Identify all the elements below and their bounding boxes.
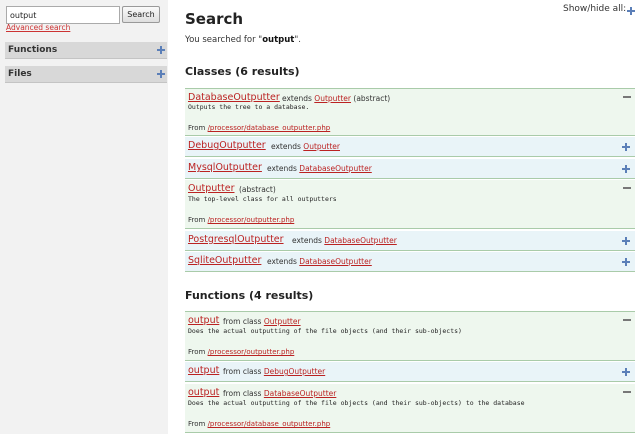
class-result-mysqloutputter: MysqlOutputter extends DatabaseOutputter <box>185 159 635 179</box>
result-from: From /processor/database_outputter.php <box>188 124 331 132</box>
result-name-link[interactable]: Outputter <box>188 183 234 194</box>
result-description: Does the actual outputting of the file o… <box>188 399 525 407</box>
functions-panel-label: Functions <box>8 45 58 55</box>
result-from-class: from class DebugOutputter <box>223 367 326 376</box>
collapse-minus-icon[interactable] <box>623 96 631 98</box>
result-name-link[interactable]: DatabaseOutputter <box>188 92 280 103</box>
main-content: Search Show/hide all: You searched for "… <box>185 0 640 434</box>
class-result-outputter: Outputter (abstract) The top-level class… <box>185 180 635 229</box>
expand-functions-plus-icon[interactable] <box>157 46 165 54</box>
result-from-class: from class Outputter <box>223 317 301 326</box>
parent-class-link[interactable]: DatabaseOutputter <box>299 164 371 173</box>
collapse-minus-icon[interactable] <box>623 319 631 321</box>
class-result-postgresqloutputter: PostgresqlOutputter extends DatabaseOutp… <box>185 231 635 251</box>
show-hide-all-plus-icon[interactable] <box>627 7 635 15</box>
sidebar: Search Advanced search Functions Files <box>0 0 168 434</box>
parent-class-link[interactable]: Outputter <box>303 142 340 151</box>
expand-plus-icon[interactable] <box>622 368 630 376</box>
classes-heading: Classes (6 results) <box>185 65 300 78</box>
function-result-output-debugoutputter: output from class DebugOutputter <box>185 362 635 382</box>
result-name-link[interactable]: output <box>188 387 219 398</box>
files-panel-label: Files <box>8 69 32 79</box>
result-description: The top-level class for all outputters <box>188 195 337 203</box>
expand-files-plus-icon[interactable] <box>157 70 165 78</box>
search-term: output <box>262 35 295 45</box>
parent-class-link[interactable]: DebugOutputter <box>264 367 325 376</box>
functions-heading: Functions (4 results) <box>185 289 314 302</box>
function-result-output-outputter: output from class Outputter Does the act… <box>185 311 635 361</box>
class-result-debugoutputter: DebugOutputter extends Outputter <box>185 137 635 157</box>
function-result-output-databaseoutputter: output from class DatabaseOutputter Does… <box>185 384 635 433</box>
result-name-link[interactable]: output <box>188 315 219 326</box>
file-path-link[interactable]: /processor/outputter.php <box>208 348 295 356</box>
collapse-minus-icon[interactable] <box>623 391 631 393</box>
result-name-link[interactable]: PostgresqlOutputter <box>188 234 284 245</box>
result-from-class: from class DatabaseOutputter <box>223 389 337 398</box>
file-path-link[interactable]: /processor/database_outputter.php <box>208 420 331 428</box>
result-name-link[interactable]: MysqlOutputter <box>188 162 262 173</box>
result-name-link[interactable]: DebugOutputter <box>188 140 266 151</box>
search-input[interactable] <box>6 6 120 24</box>
advanced-search-link[interactable]: Advanced search <box>6 23 70 32</box>
parent-class-link[interactable]: DatabaseOutputter <box>264 389 336 398</box>
collapse-minus-icon[interactable] <box>623 187 631 189</box>
result-extends: extends Outputter (abstract) <box>282 94 391 103</box>
search-summary: You searched for "output". <box>185 35 301 45</box>
parent-class-link[interactable]: Outputter <box>314 94 351 103</box>
result-from: From /processor/database_outputter.php <box>188 420 331 428</box>
expand-plus-icon[interactable] <box>622 237 630 245</box>
expand-plus-icon[interactable] <box>622 258 630 266</box>
result-extends: extends Outputter <box>271 142 340 151</box>
result-extends: extends DatabaseOutputter <box>292 236 397 245</box>
search-button[interactable]: Search <box>122 6 160 23</box>
result-description: Does the actual outputting of the file o… <box>188 327 462 335</box>
result-from: From /processor/outputter.php <box>188 348 295 356</box>
expand-plus-icon[interactable] <box>622 165 630 173</box>
parent-class-link[interactable]: DatabaseOutputter <box>324 236 396 245</box>
result-from: From /processor/outputter.php <box>188 216 295 224</box>
show-hide-all-label: Show/hide all: <box>563 4 627 14</box>
parent-class-link[interactable]: DatabaseOutputter <box>299 257 371 266</box>
result-name-link[interactable]: output <box>188 365 219 376</box>
functions-panel-header[interactable]: Functions <box>5 42 167 59</box>
file-path-link[interactable]: /processor/outputter.php <box>208 216 295 224</box>
result-extends: (abstract) <box>239 185 276 194</box>
parent-class-link[interactable]: Outputter <box>264 317 301 326</box>
result-name-link[interactable]: SqliteOutputter <box>188 255 261 266</box>
page-title: Search <box>185 10 244 28</box>
files-panel-header[interactable]: Files <box>5 66 167 83</box>
result-description: Outputs the tree to a database. <box>188 103 310 111</box>
class-result-sqliteoutputter: SqliteOutputter extends DatabaseOutputte… <box>185 252 635 272</box>
class-result-databaseoutputter: DatabaseOutputter extends Outputter (abs… <box>185 88 635 136</box>
file-path-link[interactable]: /processor/database_outputter.php <box>208 124 331 132</box>
expand-plus-icon[interactable] <box>622 143 630 151</box>
result-extends: extends DatabaseOutputter <box>267 257 372 266</box>
result-extends: extends DatabaseOutputter <box>267 164 372 173</box>
